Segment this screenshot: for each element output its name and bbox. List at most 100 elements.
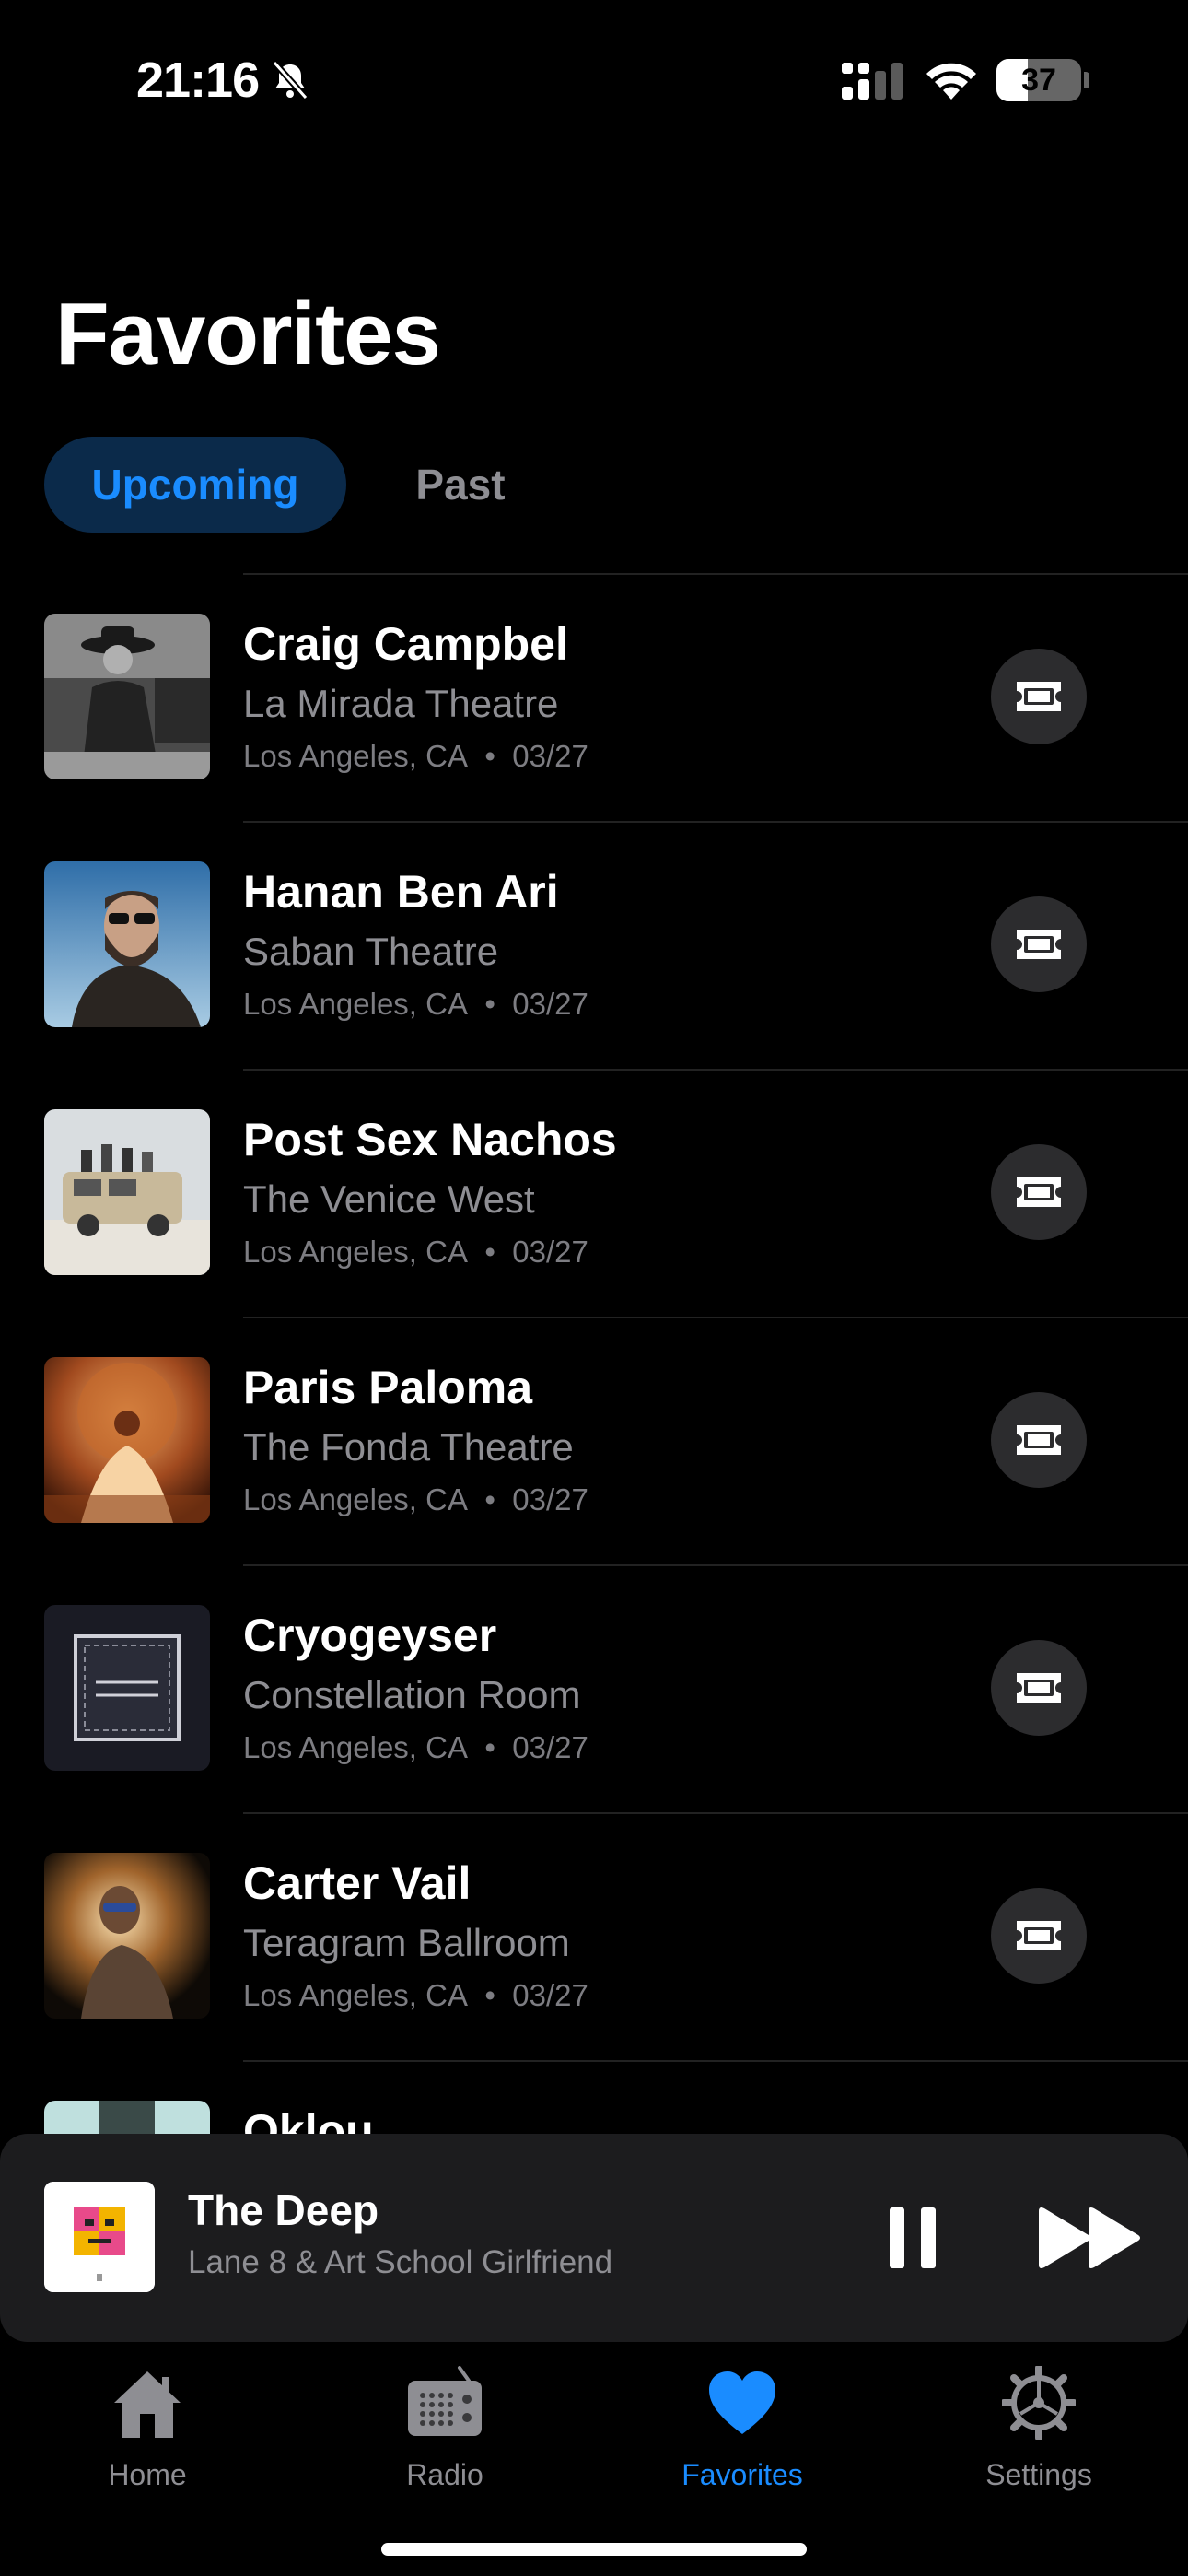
row-divider xyxy=(243,1812,1188,1814)
tabbar-item-favorites[interactable]: Favorites xyxy=(632,2360,853,2499)
event-meta: Los Angeles, CA • 03/27 xyxy=(243,739,588,774)
ticket-button[interactable] xyxy=(991,1392,1087,1488)
event-meta: Los Angeles, CA • 03/27 xyxy=(243,1730,588,1765)
artist-thumbnail xyxy=(44,614,210,779)
meta-separator: • xyxy=(484,1235,495,1269)
tabbar-item-home[interactable]: Home xyxy=(37,2360,258,2499)
artist-thumbnail xyxy=(44,1605,210,1771)
event-date: 03/27 xyxy=(512,1730,588,1764)
battery-percent: 37 xyxy=(1021,63,1056,98)
pause-button[interactable] xyxy=(880,2204,945,2272)
venue-name: The Fonda Theatre xyxy=(243,1425,574,1469)
artist-thumbnail xyxy=(44,1109,210,1275)
tabbar-label: Home xyxy=(108,2458,187,2491)
skip-forward-button[interactable] xyxy=(1035,2204,1144,2272)
event-date: 03/27 xyxy=(512,1482,588,1516)
meta-separator: • xyxy=(484,1730,495,1764)
event-date: 03/27 xyxy=(512,739,588,773)
row-divider xyxy=(243,821,1188,823)
track-title: The Deep xyxy=(188,2186,379,2234)
event-location: Los Angeles, CA xyxy=(243,1482,468,1516)
meta-separator: • xyxy=(484,1482,495,1516)
artist-name: Oklou xyxy=(243,2105,374,2134)
tab-upcoming[interactable]: Upcoming xyxy=(44,437,346,533)
home-indicator[interactable] xyxy=(381,2543,807,2556)
ticket-button[interactable] xyxy=(991,1640,1087,1736)
meta-separator: • xyxy=(484,1978,495,2012)
event-meta: Los Angeles, CA • 03/27 xyxy=(243,987,588,1022)
event-date: 03/27 xyxy=(512,987,588,1021)
artist-name: Post Sex Nachos xyxy=(243,1114,617,1165)
artist-thumbnail xyxy=(44,1357,210,1523)
artist-name: Cryogeyser xyxy=(243,1610,497,1661)
ticket-icon xyxy=(1017,1177,1061,1207)
event-row[interactable]: Paris Paloma The Fonda Theatre Los Angel… xyxy=(0,1317,1188,1564)
tabbar-item-radio[interactable]: Radio xyxy=(334,2360,555,2499)
meta-separator: • xyxy=(484,739,495,773)
status-bar: 21:16 37 xyxy=(0,0,1188,157)
event-row[interactable]: Hanan Ben Ari Saban Theatre Los Angeles,… xyxy=(0,821,1188,1069)
venue-name: La Mirada Theatre xyxy=(243,682,559,725)
event-meta: Los Angeles, CA • 03/27 xyxy=(243,1482,588,1517)
track-artist: Lane 8 & Art School Girlfriend xyxy=(188,2244,613,2280)
event-date: 03/27 xyxy=(512,1235,588,1269)
page-title: Favorites xyxy=(55,285,441,383)
event-row[interactable]: Cryogeyser Constellation Room Los Angele… xyxy=(0,1564,1188,1812)
event-location: Los Angeles, CA xyxy=(243,987,468,1021)
event-location: Los Angeles, CA xyxy=(243,739,468,773)
artist-thumbnail xyxy=(44,861,210,1027)
ticket-button[interactable] xyxy=(991,896,1087,992)
cellular-signal-icon xyxy=(842,63,903,100)
event-location: Los Angeles, CA xyxy=(243,1978,468,2012)
artist-thumbnail xyxy=(44,1853,210,2019)
tabbar-label: Radio xyxy=(406,2458,483,2491)
gear-icon xyxy=(1002,2366,1076,2440)
row-divider xyxy=(243,573,1188,575)
artist-name: Carter Vail xyxy=(243,1857,472,1909)
event-date: 03/27 xyxy=(512,1978,588,2012)
status-time: 21:16 xyxy=(136,53,260,108)
row-divider xyxy=(243,1564,1188,1566)
artist-thumbnail xyxy=(44,2101,210,2134)
battery-icon: 37 xyxy=(996,59,1089,101)
house-icon xyxy=(114,2371,181,2438)
event-meta: Los Angeles, CA • 03/27 xyxy=(243,1235,588,1270)
venue-name: Saban Theatre xyxy=(243,930,499,973)
ticket-button[interactable] xyxy=(991,1888,1087,1984)
tabbar-label: Settings xyxy=(985,2458,1092,2491)
artist-name: Craig Campbel xyxy=(243,618,568,670)
row-divider xyxy=(243,1069,1188,1071)
radio-icon xyxy=(408,2366,482,2436)
event-meta: Los Angeles, CA • 03/27 xyxy=(243,1978,588,2013)
venue-name: The Venice West xyxy=(243,1177,535,1221)
ticket-icon xyxy=(1017,1673,1061,1703)
venue-name: Constellation Room xyxy=(243,1673,581,1716)
event-location: Los Angeles, CA xyxy=(243,1235,468,1269)
tabbar-item-settings[interactable]: Settings xyxy=(928,2360,1149,2499)
event-row[interactable]: Oklou xyxy=(0,2060,1188,2134)
ticket-icon xyxy=(1017,1921,1061,1950)
tab-past[interactable]: Past xyxy=(387,437,534,533)
ticket-button[interactable] xyxy=(991,1144,1087,1240)
venue-name: Teragram Ballroom xyxy=(243,1921,570,1964)
wifi-icon xyxy=(926,63,976,100)
row-divider xyxy=(243,2060,1188,2062)
ticket-icon xyxy=(1017,1425,1061,1455)
row-divider xyxy=(243,1317,1188,1318)
mini-player[interactable]: The Deep Lane 8 & Art School Girlfriend xyxy=(0,2134,1188,2342)
event-location: Los Angeles, CA xyxy=(243,1730,468,1764)
artist-name: Hanan Ben Ari xyxy=(243,866,559,918)
album-art xyxy=(44,2182,155,2292)
event-row[interactable]: Post Sex Nachos The Venice West Los Ange… xyxy=(0,1069,1188,1317)
event-row[interactable]: Craig Campbel La Mirada Theatre Los Ange… xyxy=(0,573,1188,821)
meta-separator: • xyxy=(484,987,495,1021)
bell-slash-icon xyxy=(272,60,309,100)
event-list[interactable]: Craig Campbel La Mirada Theatre Los Ange… xyxy=(0,573,1188,2134)
ticket-icon xyxy=(1017,930,1061,959)
event-row[interactable]: Carter Vail Teragram Ballroom Los Angele… xyxy=(0,1812,1188,2060)
artist-name: Paris Paloma xyxy=(243,1362,533,1413)
heart-icon xyxy=(709,2371,775,2434)
tabbar-label: Favorites xyxy=(681,2458,803,2491)
ticket-icon xyxy=(1017,682,1061,711)
ticket-button[interactable] xyxy=(991,649,1087,744)
